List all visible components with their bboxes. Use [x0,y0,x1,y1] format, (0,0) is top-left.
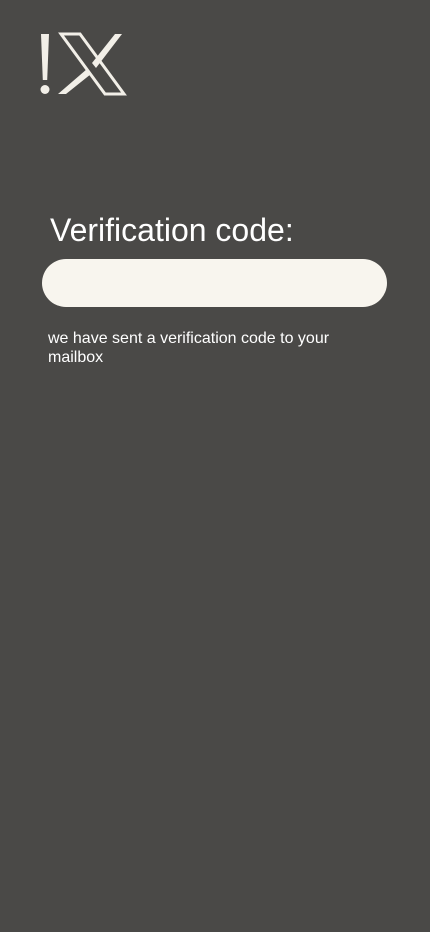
verification-title: Verification code: [50,212,294,248]
verification-helper-text: we have sent a verification code to your… [48,330,330,366]
exclamation-x-logo-icon [40,32,127,96]
verification-code-input[interactable] [42,259,387,307]
verification-screen: Verification code: we have sent a verifi… [0,0,430,932]
app-logo [36,30,128,100]
